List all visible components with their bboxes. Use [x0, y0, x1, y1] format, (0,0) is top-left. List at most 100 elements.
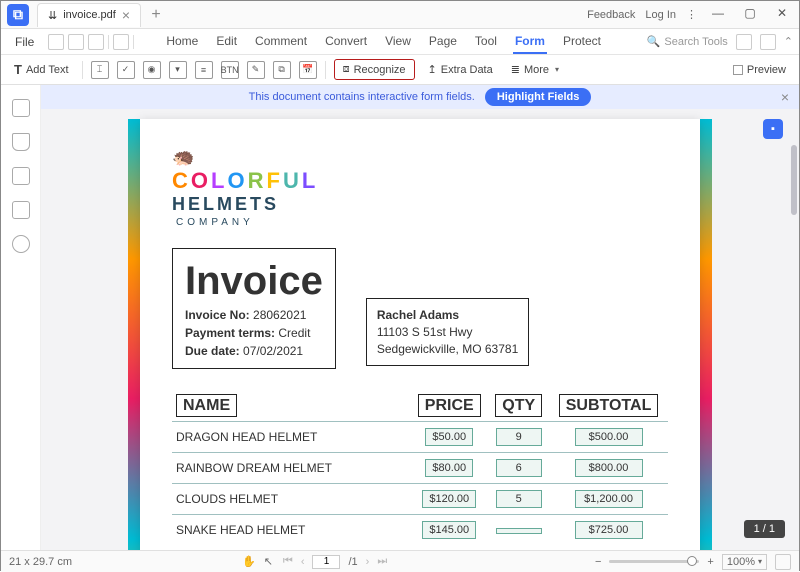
more-button[interactable]: ≣ More ▾ — [506, 60, 564, 79]
menutab-protect[interactable]: Protect — [561, 30, 603, 54]
menutab-page[interactable]: Page — [427, 30, 459, 54]
highlight-fields-button[interactable]: Highlight Fields — [485, 88, 592, 106]
new-tab-button[interactable]: + — [147, 6, 165, 24]
window-maximize-button[interactable]: ▢ — [739, 6, 761, 24]
combobox-tool-icon[interactable]: ▾ — [169, 61, 187, 79]
col-qty: QTY — [495, 394, 542, 417]
window-minimize-button[interactable]: — — [707, 6, 729, 24]
menutab-comment[interactable]: Comment — [253, 30, 309, 54]
search-tools[interactable]: 🔍 Search Tools — [647, 35, 728, 48]
menutab-tool[interactable]: Tool — [473, 30, 499, 54]
button-tool-icon[interactable]: BTN — [221, 61, 239, 79]
zoom-slider[interactable] — [609, 560, 699, 563]
prev-page-icon[interactable]: ‹ — [301, 556, 305, 568]
sync-icon[interactable] — [760, 34, 776, 50]
terms-label: Payment terms: — [185, 326, 275, 340]
bookmarks-icon[interactable] — [12, 133, 30, 151]
page-dimensions: 21 x 29.7 cm — [9, 556, 72, 568]
qty-field[interactable]: 5 — [496, 490, 542, 508]
radio-tool-icon[interactable]: ◉ — [143, 61, 161, 79]
quick-access-toolbar — [42, 34, 140, 50]
image-tool-icon[interactable]: ⧉ — [273, 61, 291, 79]
page-navigator: ⏮ ‹ /1 › ⏭ — [283, 555, 387, 569]
price-field[interactable]: $50.00 — [425, 428, 473, 446]
price-field[interactable]: $80.00 — [425, 459, 473, 477]
preview-toggle[interactable]: Preview — [728, 61, 791, 79]
login-link[interactable]: Log In — [645, 9, 676, 21]
search-placeholder: Search Tools — [664, 36, 727, 48]
price-field[interactable]: $145.00 — [422, 521, 476, 539]
subtotal-field[interactable]: $725.00 — [575, 521, 643, 539]
separator — [108, 35, 109, 49]
listbox-tool-icon[interactable]: ≡ — [195, 61, 213, 79]
close-tab-icon[interactable]: × — [122, 7, 130, 23]
item-name: RAINBOW DREAM HELMET — [172, 453, 410, 484]
form-toolbar: T Add Text ⌶ ✓ ◉ ▾ ≡ BTN ✎ ⧉ 📅 ⧈ Recogni… — [1, 55, 799, 85]
chevron-down-icon: ▾ — [555, 65, 559, 74]
extra-data-button[interactable]: ↥ Extra Data — [423, 60, 498, 79]
menutab-convert[interactable]: Convert — [323, 30, 369, 54]
window-close-button[interactable]: ✕ — [771, 6, 793, 24]
qat-print-icon[interactable] — [113, 34, 129, 50]
qat-undo-icon[interactable] — [68, 34, 84, 50]
date-tool-icon[interactable]: 📅 — [299, 61, 317, 79]
signature-tool-icon[interactable]: ✎ — [247, 61, 265, 79]
pdf-page: 🦔 COLORFUL HELMETS COMPANY Invoice Invoi… — [140, 119, 700, 550]
chevron-up-icon[interactable]: ⌃ — [784, 35, 793, 48]
titlebar: ⧉ ⇊ invoice.pdf × + Feedback Log In ⋮ — … — [1, 1, 799, 29]
file-menu[interactable]: File — [7, 35, 42, 49]
menutab-home[interactable]: Home — [164, 30, 200, 54]
document-area: This document contains interactive form … — [41, 85, 799, 550]
fit-view-icon[interactable] — [775, 554, 791, 570]
document-tab[interactable]: ⇊ invoice.pdf × — [37, 3, 141, 27]
price-field[interactable]: $120.00 — [422, 490, 476, 508]
page-number-input[interactable] — [312, 555, 340, 569]
qat-open-icon[interactable] — [48, 34, 64, 50]
invoice-no-value: 28062021 — [253, 308, 306, 322]
feedback-link[interactable]: Feedback — [587, 9, 635, 21]
select-tool-icon[interactable]: ↖ — [264, 555, 273, 568]
page-total: /1 — [348, 556, 357, 568]
notice-text: This document contains interactive form … — [249, 91, 475, 103]
qty-field[interactable]: 9 — [496, 428, 542, 446]
customer-line2: Sedgewickville, MO 63781 — [377, 341, 518, 358]
menutab-view[interactable]: View — [383, 30, 413, 54]
qat-redo-icon[interactable] — [88, 34, 104, 50]
invoice-info-box: Invoice Invoice No: 28062021 Payment ter… — [172, 248, 336, 369]
zoom-out-button[interactable]: − — [595, 556, 601, 568]
page-scroll[interactable]: 🦔 COLORFUL HELMETS COMPANY Invoice Invoi… — [41, 109, 799, 550]
subtotal-field[interactable]: $800.00 — [575, 459, 643, 477]
hand-tool-icon[interactable]: ✋ — [242, 555, 256, 568]
last-page-icon[interactable]: ⏭ — [377, 555, 387, 568]
invoice-title: Invoice — [185, 259, 323, 304]
layers-icon[interactable] — [12, 201, 30, 219]
search-panel-icon[interactable] — [12, 235, 30, 253]
attachments-icon[interactable] — [12, 167, 30, 185]
textfield-tool-icon[interactable]: ⌶ — [91, 61, 109, 79]
qty-field[interactable] — [496, 528, 542, 534]
open-external-icon[interactable] — [736, 34, 752, 50]
zoom-in-button[interactable]: + — [707, 556, 713, 568]
tab-title: invoice.pdf — [63, 9, 116, 21]
customer-box: Rachel Adams 11103 S 51st Hwy Sedgewickv… — [366, 298, 529, 366]
subtotal-field[interactable]: $500.00 — [575, 428, 643, 446]
subtotal-field[interactable]: $1,200.00 — [575, 490, 643, 508]
thumbnails-icon[interactable] — [12, 99, 30, 117]
menutab-form[interactable]: Form — [513, 30, 547, 54]
item-name: SNAKE HEAD HELMET — [172, 515, 410, 546]
qty-field[interactable]: 6 — [496, 459, 542, 477]
recognize-button[interactable]: ⧈ Recognize — [334, 59, 415, 80]
item-name: DRAGON HEAD HELMET — [172, 422, 410, 453]
chevron-down-icon: ▾ — [758, 557, 762, 566]
checkbox-tool-icon[interactable]: ✓ — [117, 61, 135, 79]
menutab-edit[interactable]: Edit — [214, 30, 239, 54]
slider-thumb[interactable] — [687, 556, 697, 566]
zoom-select[interactable]: 100%▾ — [722, 554, 767, 570]
add-text-tool[interactable]: T Add Text — [9, 59, 74, 80]
next-page-icon[interactable]: › — [366, 556, 370, 568]
kebab-icon[interactable]: ⋮ — [686, 8, 697, 21]
notice-close-icon[interactable]: × — [781, 89, 789, 105]
first-page-icon[interactable]: ⏮ — [283, 555, 293, 568]
item-name: CLOUDS HELMET — [172, 484, 410, 515]
text-icon: T — [14, 62, 22, 77]
